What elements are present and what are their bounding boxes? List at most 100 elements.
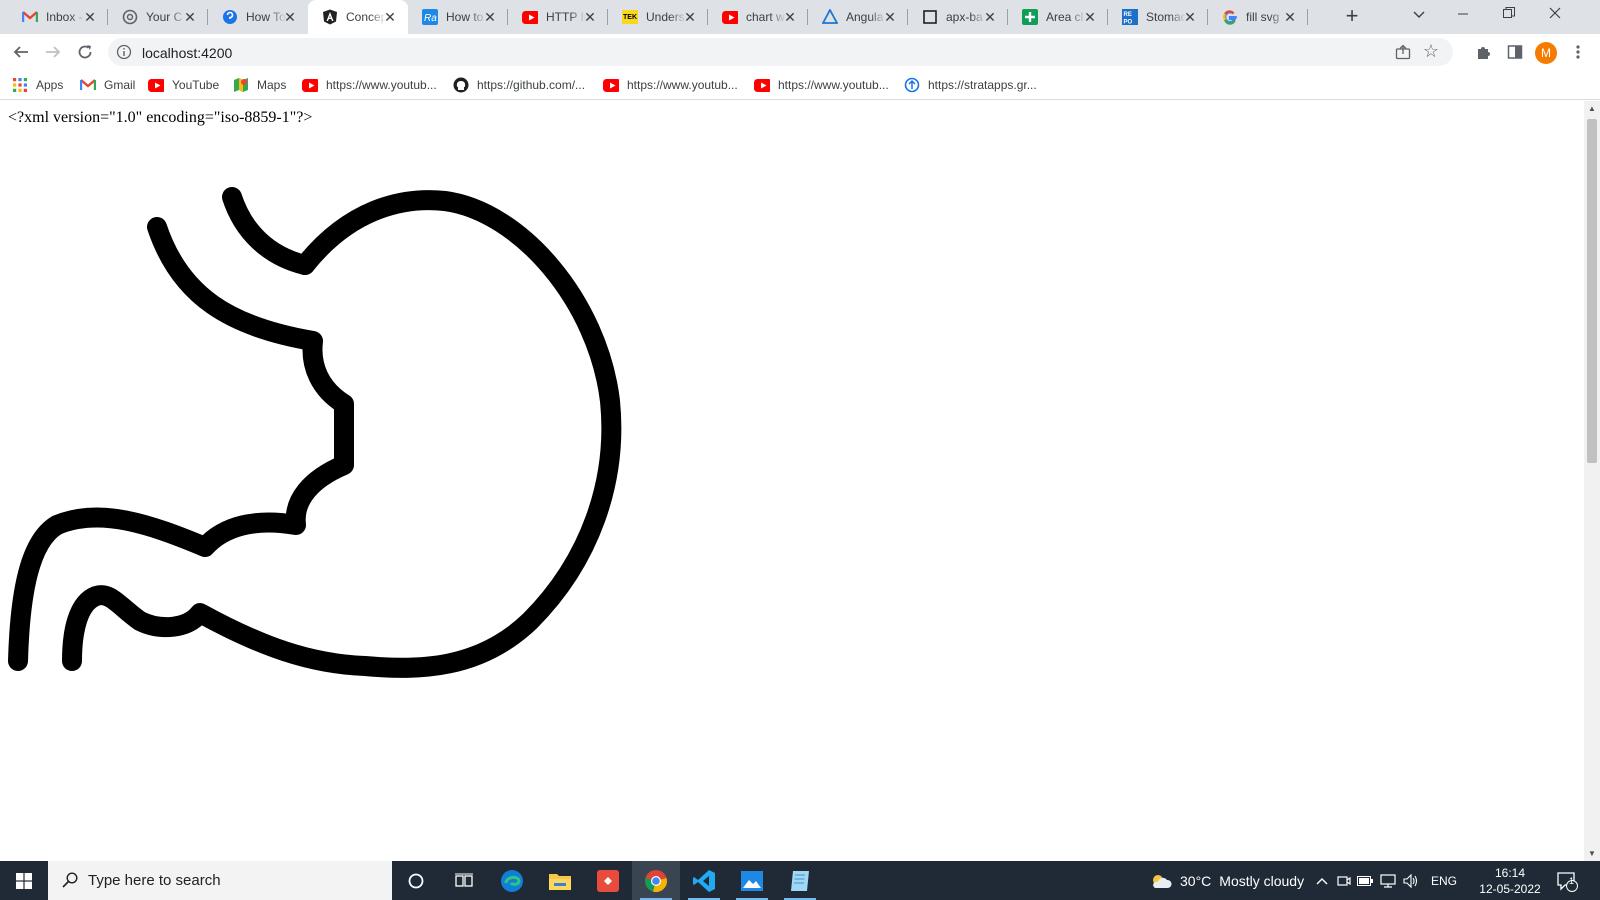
new-tab-button[interactable]: +	[1340, 5, 1364, 29]
browser-tab[interactable]: chart w ✕	[708, 0, 808, 34]
taskbar-photos[interactable]	[728, 861, 776, 900]
extensions-button[interactable]	[1472, 40, 1496, 64]
tab-close-icon[interactable]: ✕	[1182, 9, 1198, 25]
apps-grid-icon	[12, 77, 28, 93]
svg-text:PO: PO	[1124, 20, 1133, 26]
arrow-right-icon	[46, 46, 61, 58]
browser-tab[interactable]: Your C ✕	[108, 0, 208, 34]
close-window-button[interactable]	[1532, 0, 1578, 30]
browser-tab[interactable]: Angula ✕	[808, 0, 908, 34]
scrollbar-thumb[interactable]	[1587, 119, 1597, 463]
browser-menu-button[interactable]	[1566, 40, 1590, 64]
volume-button[interactable]	[1403, 861, 1419, 900]
profile-avatar[interactable]: M	[1535, 42, 1557, 64]
tek-icon: TEK	[622, 9, 638, 25]
address-bar[interactable]: localhost:4200 ☆	[108, 38, 1453, 66]
tab-close-icon[interactable]: ✕	[182, 9, 198, 25]
bookmark-item[interactable]: https://www.youtub...	[754, 76, 889, 94]
browser-tab[interactable]: Area cl ✕	[1008, 0, 1108, 34]
tab-close-icon[interactable]: ✕	[482, 9, 498, 25]
start-button[interactable]	[0, 861, 48, 900]
tab-close-icon[interactable]: ✕	[782, 9, 798, 25]
back-button[interactable]	[9, 40, 33, 64]
bookmark-item[interactable]: Apps	[12, 76, 63, 94]
browser-tab[interactable]: Inbox - ✕	[8, 0, 108, 34]
windows-logo-icon	[16, 872, 32, 889]
google-icon	[1222, 9, 1238, 25]
bookmark-item[interactable]: https://stratapps.gr...	[904, 76, 1037, 94]
bookmark-item[interactable]: YouTube	[148, 76, 219, 94]
bookmark-item[interactable]: https://www.youtub...	[302, 76, 437, 94]
url-text[interactable]: localhost:4200	[142, 45, 232, 61]
bookmark-item[interactable]: Gmail	[80, 76, 135, 94]
vertical-scrollbar[interactable]: ▲ ▼	[1584, 101, 1600, 861]
browser-tab[interactable]: RE PO Stomac ✕	[1108, 0, 1208, 34]
network-button[interactable]	[1380, 861, 1396, 900]
show-hidden-icons-button[interactable]	[1316, 861, 1328, 900]
notification-icon	[1557, 871, 1578, 892]
maps-icon	[233, 77, 249, 93]
minimize-icon	[1458, 13, 1468, 15]
edge-icon	[501, 869, 523, 892]
tab-close-icon[interactable]: ✕	[1082, 9, 1098, 25]
bookmark-star-icon[interactable]: ☆	[1423, 42, 1439, 60]
side-panel-button[interactable]	[1503, 40, 1527, 64]
browser-tab[interactable]: apx-ba ✕	[908, 0, 1008, 34]
tab-close-icon[interactable]: ✕	[582, 9, 598, 25]
browser-tab[interactable]: How To ✕	[208, 0, 308, 34]
tab-title: Inbox -	[46, 10, 83, 24]
tab-close-icon[interactable]: ✕	[382, 9, 398, 25]
reload-icon	[78, 45, 92, 59]
repo-icon: RE PO	[1122, 9, 1138, 25]
tab-close-icon[interactable]: ✕	[282, 9, 298, 25]
scroll-down-arrow-icon[interactable]: ▼	[1588, 849, 1596, 858]
youtube-icon	[722, 9, 738, 25]
youtube-icon	[302, 77, 318, 93]
scroll-up-arrow-icon[interactable]: ▲	[1588, 104, 1596, 113]
taskbar-file-explorer[interactable]	[536, 861, 584, 900]
bookmark-item[interactable]: https://www.youtub...	[603, 76, 738, 94]
cortana-button[interactable]	[392, 861, 440, 900]
browser-tab[interactable]: fill svg ✕	[1208, 0, 1308, 34]
forward-button[interactable]	[41, 40, 65, 64]
taskbar-git-app[interactable]	[584, 861, 632, 900]
reload-button[interactable]	[73, 40, 97, 64]
taskbar-vscode[interactable]	[680, 861, 728, 900]
taskbar-notes[interactable]	[776, 861, 824, 900]
bookmark-item[interactable]: https://github.com/...	[453, 76, 585, 94]
tab-title: Area cl	[1046, 10, 1084, 24]
gmail-icon	[22, 9, 38, 25]
restore-button[interactable]	[1486, 0, 1532, 30]
bookmark-label: https://www.youtub...	[326, 78, 437, 92]
browser-tab[interactable]: HTTP Ir ✕	[508, 0, 608, 34]
notification-center-button[interactable]: 1	[1556, 861, 1578, 900]
taskbar-clock[interactable]: 16:14 12-05-2022	[1470, 865, 1550, 897]
cortana-circle-icon	[408, 873, 424, 888]
bookmark-label: Maps	[257, 78, 287, 92]
tab-close-icon[interactable]: ✕	[82, 9, 98, 25]
language-indicator[interactable]: ENG	[1431, 861, 1457, 900]
browser-tab[interactable]: Ra How to ✕	[408, 0, 508, 34]
search-placeholder: Type here to search	[88, 872, 221, 889]
meet-now-button[interactable]	[1337, 861, 1351, 900]
browser-tab[interactable]: TEK Unders ✕	[608, 0, 708, 34]
battery-button[interactable]	[1357, 861, 1373, 900]
browser-tab[interactable]: Concep ✕	[308, 0, 408, 34]
bookmark-item[interactable]: Maps	[233, 76, 286, 94]
task-view-button[interactable]	[440, 861, 488, 900]
square-icon	[922, 9, 938, 25]
tab-close-icon[interactable]: ✕	[882, 9, 898, 25]
puzzle-icon	[1478, 47, 1490, 59]
github-icon	[453, 77, 469, 93]
taskbar-search-box[interactable]: Type here to search	[48, 861, 392, 900]
tab-search-button[interactable]	[1396, 0, 1442, 30]
taskbar-chrome[interactable]	[632, 861, 680, 900]
tab-close-icon[interactable]: ✕	[982, 9, 998, 25]
weather-widget[interactable]: 30°C Mostly cloudy	[1150, 861, 1304, 900]
tab-close-icon[interactable]: ✕	[1282, 9, 1298, 25]
taskbar-edge[interactable]	[488, 861, 536, 900]
share-icon[interactable]	[1395, 44, 1411, 60]
tab-close-icon[interactable]: ✕	[682, 9, 698, 25]
folder-icon	[549, 873, 571, 890]
minimize-button[interactable]	[1440, 0, 1486, 30]
